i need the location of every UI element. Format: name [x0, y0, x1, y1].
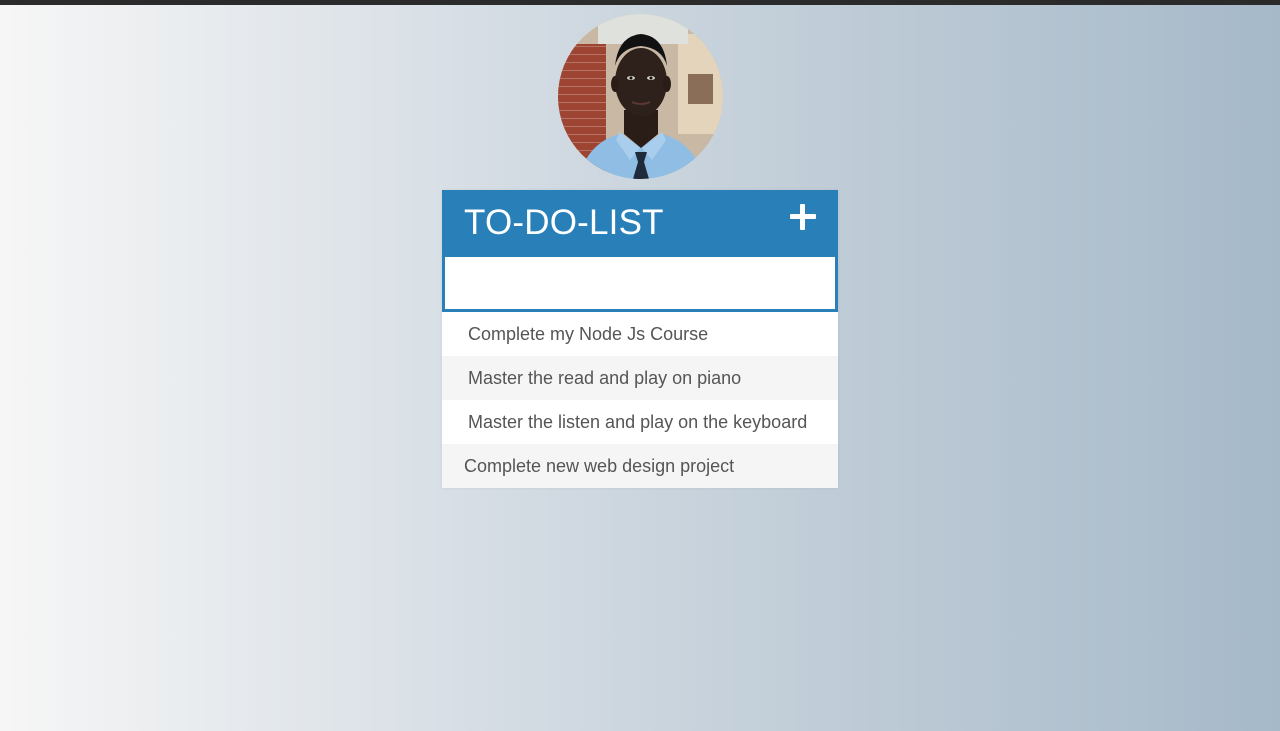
todo-item[interactable]: Complete my Node Js Course — [442, 312, 838, 356]
todo-card: TO-DO-LIST Complete my Node Js Course Ma… — [442, 190, 838, 488]
new-todo-input[interactable] — [442, 254, 838, 312]
plus-icon[interactable] — [788, 203, 818, 233]
todo-header: TO-DO-LIST — [442, 190, 838, 254]
todo-list: Complete my Node Js Course Master the re… — [442, 312, 838, 488]
avatar — [558, 14, 723, 179]
todo-item[interactable]: Complete new web design project — [442, 444, 838, 488]
todo-item[interactable]: Master the listen and play on the keyboa… — [442, 400, 838, 444]
todo-item[interactable]: Master the read and play on piano — [442, 356, 838, 400]
profile-photo — [558, 14, 723, 179]
browser-top-bar — [0, 0, 1280, 5]
page-title: TO-DO-LIST — [464, 203, 664, 242]
